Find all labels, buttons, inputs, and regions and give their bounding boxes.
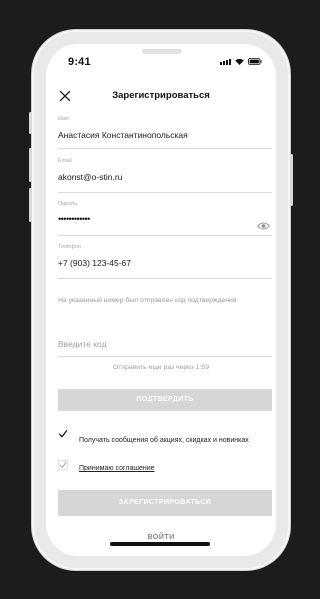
- promo-checkbox[interactable]: [58, 426, 68, 438]
- email-field[interactable]: Email akonst@o-stin.ru: [58, 158, 272, 193]
- phone-field[interactable]: Телефон +7 (903) 123-45-67: [58, 244, 272, 279]
- login-link[interactable]: ВОЙТИ: [46, 532, 276, 541]
- screen: 9:41 Зарегистрироваться Имя Анастасия Ко…: [46, 44, 276, 556]
- code-placeholder: Введите код: [58, 339, 107, 349]
- password-label: Пароль: [58, 201, 78, 207]
- status-bar: 9:41: [46, 44, 276, 80]
- check-icon: [58, 430, 68, 438]
- name-field[interactable]: Имя Анастасия Константинопольская: [58, 116, 272, 149]
- status-icons: [220, 58, 262, 65]
- signal-icon: [220, 59, 231, 65]
- volume-down-button: [29, 188, 32, 222]
- status-time: 9:41: [68, 56, 91, 68]
- battery-icon: [248, 58, 262, 65]
- email-value: akonst@o-stin.ru: [58, 172, 123, 182]
- header: Зарегистрироваться: [46, 86, 276, 108]
- code-input[interactable]: Введите код: [58, 328, 272, 357]
- confirm-button[interactable]: ПОДТВЕРДИТЬ: [58, 389, 272, 411]
- stage: 9:41 Зарегистрироваться Имя Анастасия Ко…: [0, 0, 320, 599]
- password-value: ••••••••••••: [58, 214, 90, 224]
- eye-icon[interactable]: [256, 217, 271, 235]
- register-button[interactable]: ЗАРЕГИСТРИРОВАТЬСЯ: [58, 490, 272, 516]
- name-value: Анастасия Константинопольская: [58, 130, 188, 140]
- check-icon: [58, 460, 68, 470]
- promo-checkbox-label: Получать сообщения об акциях, скидках и …: [79, 437, 249, 444]
- phone-label: Телефон: [58, 244, 81, 250]
- power-button: [290, 154, 293, 206]
- email-label: Email: [58, 158, 72, 164]
- volume-up-button: [29, 148, 32, 182]
- password-field[interactable]: Пароль ••••••••••••: [58, 201, 272, 236]
- agreement-link[interactable]: Принимаю соглашение: [79, 465, 155, 472]
- page-title: Зарегистрироваться: [112, 90, 210, 101]
- home-indicator: [110, 542, 210, 546]
- mute-switch: [29, 112, 32, 134]
- resend-link[interactable]: Отправить еще раз через 1:59: [46, 364, 276, 371]
- name-label: Имя: [58, 116, 69, 122]
- agreement-checkbox-label[interactable]: Принимаю соглашение: [79, 464, 259, 473]
- sms-hint: На указанный номер был отправлен код под…: [58, 297, 237, 304]
- wifi-icon: [235, 58, 244, 65]
- agreement-checkbox[interactable]: [58, 457, 68, 470]
- phone-value: +7 (903) 123-45-67: [58, 258, 132, 268]
- phone-frame: 9:41 Зарегистрироваться Имя Анастасия Ко…: [29, 30, 293, 570]
